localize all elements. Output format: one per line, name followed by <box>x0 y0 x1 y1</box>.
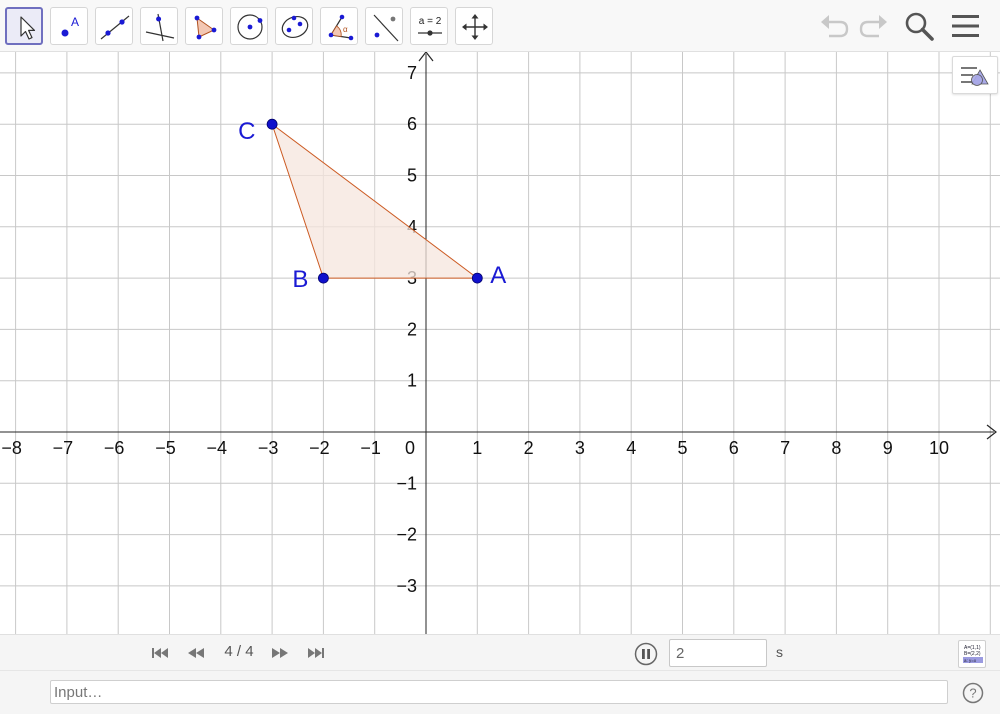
point-tool-icon: A <box>61 15 79 37</box>
move-tool-icon <box>20 16 36 40</box>
point-A[interactable] <box>471 272 483 284</box>
coordinate-plane[interactable]: 0 −8−7−6−5−4−3−2−112345678910−3−2−112345… <box>0 52 1000 634</box>
y-tick-label: −1 <box>396 473 417 493</box>
line-tool-icon <box>100 15 130 40</box>
origin-label: 0 <box>405 438 415 458</box>
algebra-view-icon: A=(1,1) B=(2,2) a: y=x <box>963 645 983 663</box>
menu-icon <box>952 15 979 37</box>
y-tick-label: 2 <box>407 319 417 339</box>
x-tick-label: −7 <box>53 438 74 458</box>
undo-button[interactable] <box>818 10 852 42</box>
animation-speed-input[interactable] <box>669 639 767 667</box>
redo-icon <box>859 15 887 38</box>
speed-unit-label: s <box>776 644 783 660</box>
x-tick-label: −5 <box>155 438 176 458</box>
tool-polygon[interactable] <box>185 7 223 45</box>
pause-icon <box>634 642 658 666</box>
svg-text:a: y=x: a: y=x <box>964 658 977 663</box>
angle-tool-label: α <box>343 25 348 34</box>
reflect-tool-icon <box>373 14 399 42</box>
x-tick-label: −6 <box>104 438 125 458</box>
graphics-view[interactable]: 0 −8−7−6−5−4−3−2−112345678910−3−2−112345… <box>0 52 1000 634</box>
style-bar-icon <box>961 67 989 86</box>
tool-perpendicular[interactable] <box>140 7 178 45</box>
style-bar-toggle[interactable] <box>952 56 998 94</box>
menu-button[interactable] <box>948 10 982 42</box>
toolbar: A α a = 2 <box>0 0 1000 52</box>
first-step-button[interactable] <box>150 645 170 661</box>
x-tick-label: 7 <box>780 438 790 458</box>
last-step-button[interactable] <box>306 645 326 661</box>
tool-move[interactable] <box>5 7 43 45</box>
x-tick-label: −3 <box>258 438 279 458</box>
axes <box>0 52 997 634</box>
point-label-A[interactable]: A <box>490 262 506 289</box>
search-icon <box>905 12 934 41</box>
slider-tool-label: a = 2 <box>419 16 442 27</box>
fast-forward-icon <box>272 648 288 658</box>
navigation-bar: 4 / 4 s A=(1,1) B=(2,2) a: y=x <box>0 634 1000 670</box>
conic-tool-icon <box>281 15 309 38</box>
x-tick-label: −2 <box>309 438 330 458</box>
tool-reflect[interactable] <box>365 7 403 45</box>
undo-icon <box>821 15 849 38</box>
x-tick-label: 5 <box>677 438 687 458</box>
x-tick-label: −4 <box>207 438 228 458</box>
help-icon: ? <box>962 682 984 704</box>
skip-last-icon <box>308 648 324 658</box>
y-tick-label: −2 <box>396 525 417 545</box>
x-tick-label: 10 <box>929 438 949 458</box>
svg-text:B=(2,2): B=(2,2) <box>964 651 981 657</box>
polygon-tool-icon <box>194 15 217 40</box>
y-tick-label: −3 <box>396 576 417 596</box>
tool-move-graphics[interactable] <box>455 7 493 45</box>
x-tick-label: 6 <box>729 438 739 458</box>
move-graphics-tool-icon <box>462 14 488 40</box>
grid <box>0 52 1000 634</box>
x-tick-label: −8 <box>1 438 22 458</box>
point-C[interactable] <box>266 118 278 130</box>
point-B[interactable] <box>317 272 329 284</box>
next-step-button[interactable] <box>270 645 290 661</box>
perpendicular-tool-icon <box>145 13 175 42</box>
tool-slider[interactable]: a = 2 <box>410 7 448 45</box>
y-tick-label: 5 <box>407 166 417 186</box>
slider-tool-icon: a = 2 <box>418 16 442 36</box>
step-counter: 4 / 4 <box>224 643 254 660</box>
algebra-input[interactable] <box>50 680 948 704</box>
tool-conic[interactable] <box>275 7 313 45</box>
algebra-view-toggle[interactable]: A=(1,1) B=(2,2) a: y=x <box>958 640 986 668</box>
x-tick-label: 3 <box>575 438 585 458</box>
x-tick-label: 2 <box>524 438 534 458</box>
point-label-B[interactable]: B <box>292 266 308 293</box>
point-label-C[interactable]: C <box>238 118 255 145</box>
input-help-button[interactable]: ? <box>962 682 984 704</box>
point-tool-label: A <box>71 15 79 29</box>
x-tick-label: 1 <box>472 438 482 458</box>
skip-first-icon <box>152 648 168 658</box>
tool-line[interactable] <box>95 7 133 45</box>
angle-tool-icon: α <box>328 14 354 41</box>
pause-button[interactable] <box>634 642 658 666</box>
previous-step-button[interactable] <box>186 645 206 661</box>
input-bar: ? <box>0 670 1000 714</box>
x-tick-label: 8 <box>831 438 841 458</box>
rewind-icon <box>188 648 204 658</box>
circle-tool-icon <box>237 14 263 40</box>
tool-angle[interactable]: α <box>320 7 358 45</box>
x-tick-label: 4 <box>626 438 636 458</box>
y-tick-label: 7 <box>407 63 417 83</box>
tool-circle[interactable] <box>230 7 268 45</box>
x-tick-label: −1 <box>360 438 381 458</box>
search-button[interactable] <box>902 10 936 42</box>
y-tick-label: 6 <box>407 114 417 134</box>
tool-point[interactable]: A <box>50 7 88 45</box>
x-tick-label: 9 <box>883 438 893 458</box>
svg-text:?: ? <box>969 686 976 701</box>
y-tick-label: 1 <box>407 371 417 391</box>
redo-button[interactable] <box>856 10 890 42</box>
